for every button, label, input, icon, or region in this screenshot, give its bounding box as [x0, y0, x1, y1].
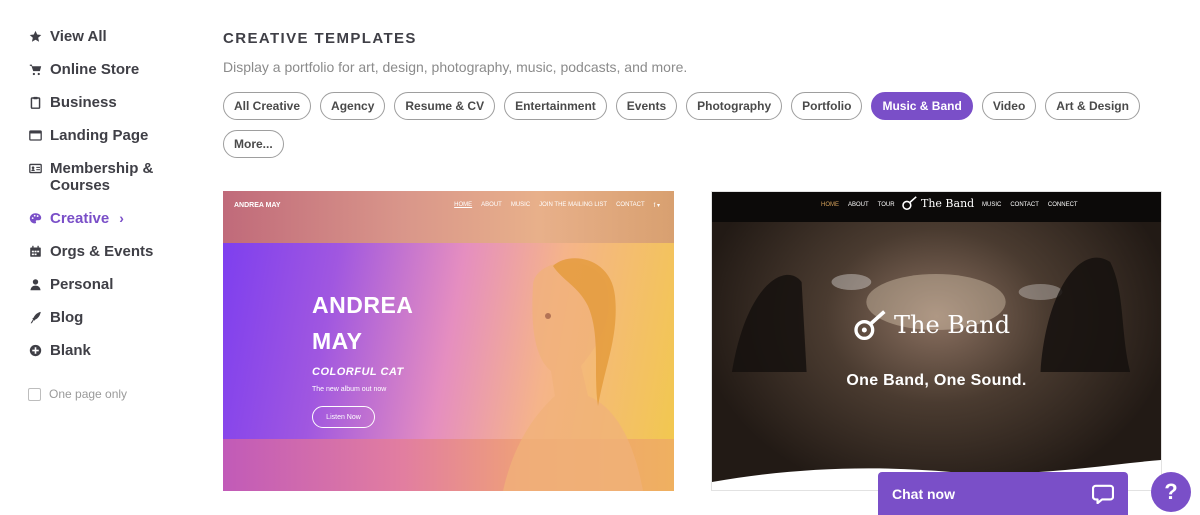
palette-icon — [28, 210, 42, 227]
person-icon — [28, 276, 42, 293]
template-nav-link: TOUR — [877, 202, 895, 208]
template-nav-brand: The Band — [902, 196, 974, 210]
one-page-only-filter: One page only — [28, 387, 198, 401]
plus-circle-icon — [28, 342, 42, 359]
sidebar-item-personal[interactable]: Personal — [28, 276, 198, 293]
template-nav-link: f ▾ — [653, 203, 660, 209]
guitar-icon — [854, 310, 886, 340]
chip-resume-cv[interactable]: Resume & CV — [394, 92, 496, 120]
chip-photography[interactable]: Photography — [686, 92, 783, 120]
category-filter-chips: All Creative Agency Resume & CV Entertai… — [223, 92, 1163, 158]
sidebar-item-label: Business — [50, 94, 117, 111]
browser-window-icon — [28, 127, 42, 144]
portrait-image — [503, 258, 643, 491]
template-nav-left: HOME ABOUT TOUR — [821, 202, 895, 208]
guitar-icon — [902, 196, 917, 210]
chip-video[interactable]: Video — [981, 92, 1037, 120]
sidebar-item-blank[interactable]: Blank — [28, 342, 198, 359]
template-listen-button: Listen Now — [312, 406, 375, 428]
chat-label: Chat now — [892, 485, 955, 502]
chip-portfolio[interactable]: Portfolio — [791, 92, 863, 120]
chip-more[interactable]: More... — [223, 130, 284, 158]
sidebar-item-label: Blank — [50, 342, 91, 359]
sidebar-item-label: Membership & Courses — [50, 160, 154, 194]
template-band-logo: The Band — [854, 310, 1010, 340]
page-subtitle: Display a portfolio for art, design, pho… — [223, 59, 688, 75]
chip-music-band[interactable]: Music & Band — [871, 92, 973, 120]
help-icon: ? — [1164, 479, 1178, 504]
calendar-icon — [28, 243, 42, 260]
one-page-only-checkbox[interactable] — [28, 387, 41, 401]
template-nav-link: MUSIC — [510, 202, 531, 208]
template-card-andrea-may[interactable]: ANDREA MAY HOME ABOUT MUSIC JOIN THE MAI… — [223, 191, 674, 491]
sidebar-item-blog[interactable]: Blog — [28, 309, 198, 326]
sidebar-item-label: Landing Page — [50, 127, 149, 144]
id-card-icon — [28, 160, 42, 177]
template-album-name: COLORFUL CAT — [312, 366, 404, 378]
template-nav-link: CONTACT — [1010, 202, 1039, 208]
sidebar-item-label: Online Store — [50, 61, 140, 78]
sidebar-item-label: View All — [50, 28, 107, 45]
chat-bubble-icon — [1092, 484, 1114, 504]
template-nav-link: ABOUT — [848, 202, 869, 208]
template-nav-link: HOME — [821, 202, 839, 208]
template-header-band — [223, 191, 674, 243]
one-page-only-label: One page only — [49, 387, 128, 401]
template-nav: HOME ABOUT MUSIC JOIN THE MAILING LIST C… — [454, 202, 660, 209]
template-nav-link: JOIN THE MAILING LIST — [539, 202, 608, 208]
star-icon — [28, 28, 42, 45]
sidebar-item-landing-page[interactable]: Landing Page — [28, 127, 198, 144]
sidebar-item-creative[interactable]: Creative › — [28, 210, 198, 227]
title-line: ANDREA — [312, 292, 414, 318]
template-nav-link: ABOUT — [481, 202, 502, 208]
page-title: CREATIVE TEMPLATES — [223, 30, 417, 47]
clipboard-icon — [28, 94, 42, 111]
template-album-subtitle: The new album out now — [312, 386, 387, 393]
sidebar-item-label: Blog — [50, 309, 84, 326]
templates-main: CREATIVE TEMPLATES Display a portfolio f… — [223, 30, 1183, 158]
sidebar-item-label: Personal — [50, 276, 114, 293]
sidebar-item-orgs-events[interactable]: Orgs & Events — [28, 243, 198, 260]
sidebar-item-business[interactable]: Business — [28, 94, 198, 111]
template-nav-brand-label: The Band — [921, 196, 975, 210]
chip-entertainment[interactable]: Entertainment — [504, 92, 607, 120]
sidebar-item-membership-courses[interactable]: Membership & Courses — [28, 160, 198, 194]
template-logo: ANDREA MAY — [234, 202, 281, 209]
template-nav-link: CONTACT — [616, 202, 645, 208]
chevron-right-icon: › — [119, 210, 124, 226]
template-nav-link: HOME — [454, 202, 473, 208]
sidebar-item-label: Orgs & Events — [50, 243, 154, 260]
title-line: MAY — [312, 328, 363, 354]
template-artist-title: ANDREA MAY — [312, 287, 413, 359]
sidebar-item-view-all[interactable]: View All — [28, 28, 198, 45]
category-sidebar: View All Online Store Business Landing P… — [28, 28, 198, 401]
template-nav-link: MUSIC — [982, 202, 1002, 208]
template-card-the-band[interactable]: HOME ABOUT TOUR The Band MUSIC CONTACT C… — [711, 191, 1162, 491]
template-tagline: One Band, One Sound. — [846, 372, 1027, 389]
chat-now-button[interactable]: Chat now — [878, 472, 1128, 515]
quill-icon — [28, 309, 42, 326]
help-button[interactable]: ? — [1151, 472, 1191, 512]
template-nav-right: MUSIC CONTACT CONNECT — [982, 202, 1078, 208]
sidebar-item-label: Creative — [50, 210, 110, 227]
chip-art-design[interactable]: Art & Design — [1045, 92, 1140, 120]
template-nav-link: CONNECT — [1047, 202, 1078, 208]
cart-icon — [28, 61, 42, 78]
chip-agency[interactable]: Agency — [320, 92, 386, 120]
sidebar-item-online-store[interactable]: Online Store — [28, 61, 198, 78]
template-band-name: The Band — [894, 311, 1011, 339]
stage-lights-graphic — [731, 257, 1131, 372]
chip-events[interactable]: Events — [615, 92, 678, 120]
chip-all-creative[interactable]: All Creative — [223, 92, 312, 120]
